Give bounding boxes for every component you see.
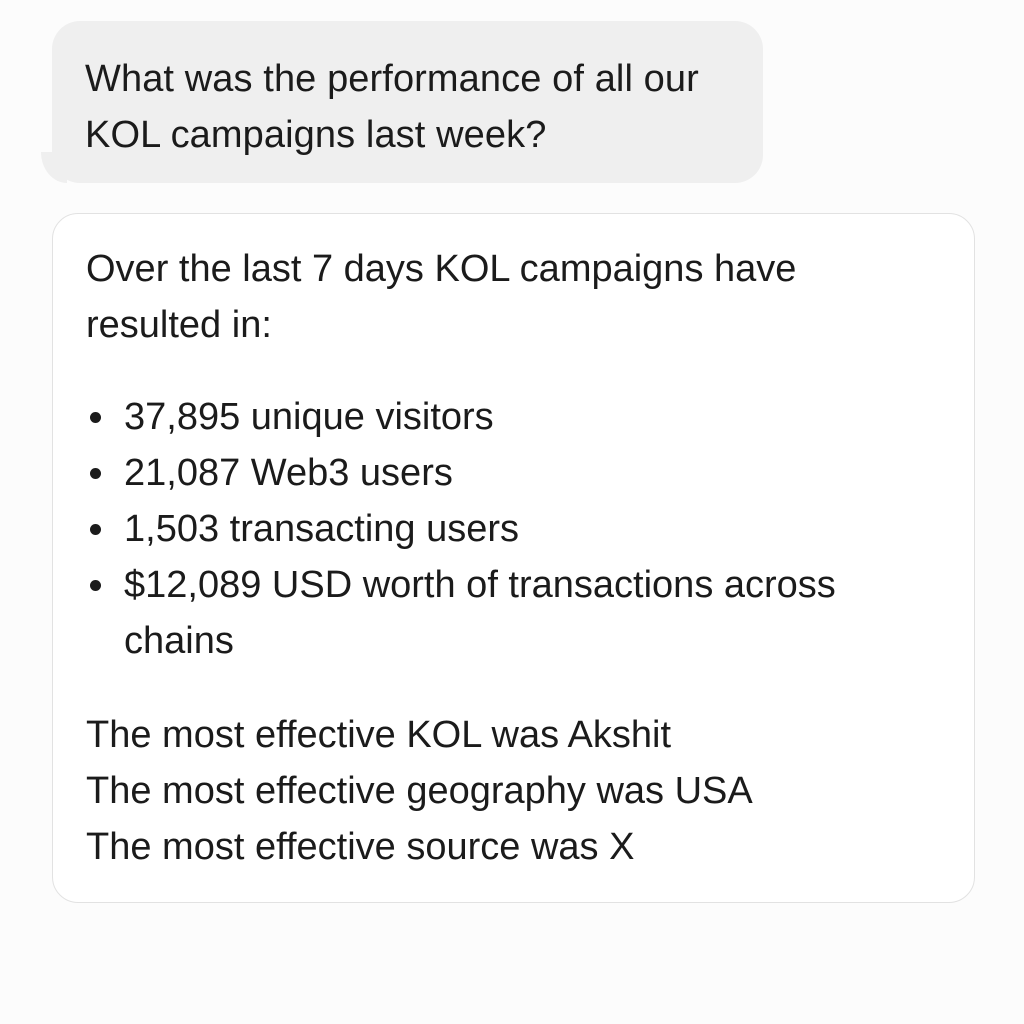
bullet-icon: [90, 580, 101, 591]
user-message-text: What was the performance of all our KOL …: [85, 58, 699, 156]
bullet-icon: [90, 412, 101, 423]
stat-transacting-users: 1,503 transacting users: [86, 501, 844, 557]
bullet-icon: [90, 524, 101, 535]
reply-intro-text: Over the last 7 days KOL campaigns have …: [86, 248, 797, 346]
stat-text: 21,087 Web3 users: [124, 452, 453, 494]
summary-block: The most effective KOL was Akshit The mo…: [86, 707, 944, 875]
bullet-icon: [90, 468, 101, 479]
stats-list: 37,895 unique visitors 21,087 Web3 users…: [86, 389, 944, 669]
stat-text: $12,089 USD worth of transactions across…: [124, 564, 836, 662]
stat-text: 37,895 unique visitors: [124, 396, 494, 438]
stat-text: 1,503 transacting users: [124, 508, 520, 550]
user-message-bubble: What was the performance of all our KOL …: [52, 21, 763, 183]
summary-top-source: The most effective source was X: [86, 826, 635, 868]
stat-web3-users: 21,087 Web3 users: [86, 445, 844, 501]
stat-transaction-value: $12,089 USD worth of transactions across…: [86, 557, 844, 669]
stat-unique-visitors: 37,895 unique visitors: [86, 389, 844, 445]
assistant-reply-card: Over the last 7 days KOL campaigns have …: [52, 213, 975, 903]
summary-top-geography: The most effective geography was USA: [86, 770, 753, 812]
summary-top-kol: The most effective KOL was Akshit: [86, 714, 672, 756]
